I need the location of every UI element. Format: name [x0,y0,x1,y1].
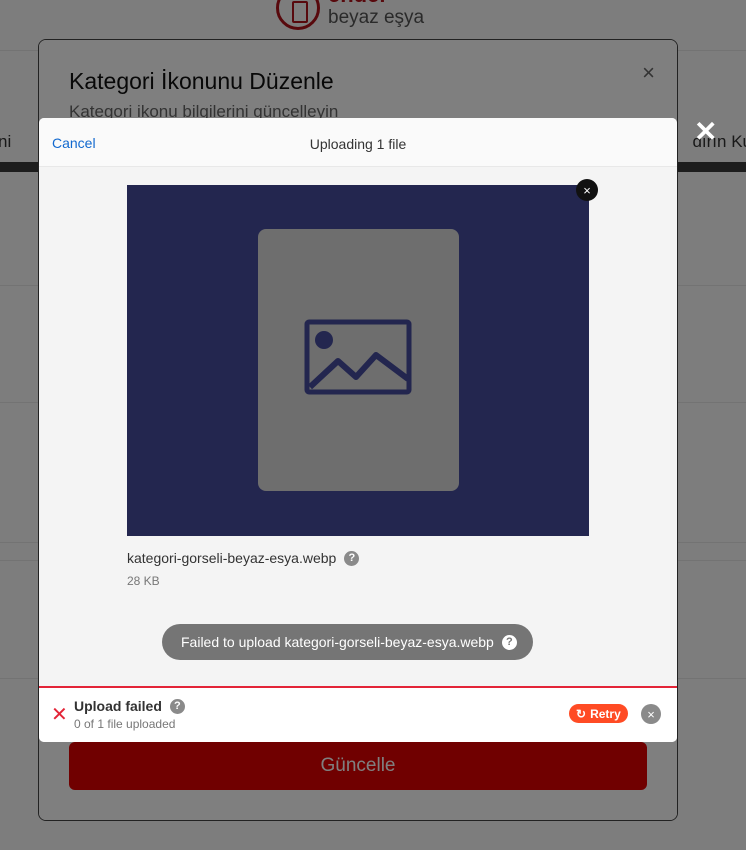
help-icon[interactable]: ? [169,698,185,714]
status-close-icon[interactable]: × [641,704,661,724]
error-toast-text: Failed to upload kategori-gorseli-beyaz-… [181,634,494,650]
help-icon[interactable]: ? [501,634,517,650]
upload-title: Uploading 1 file [309,136,407,152]
remove-file-icon[interactable]: × [576,179,598,201]
error-icon: ✕ [51,704,68,726]
status-subtitle: 0 of 1 file uploaded [74,717,176,731]
upload-status-bar: ✕ Upload failed ? 0 of 1 file uploaded ↻… [39,686,677,742]
help-icon[interactable]: ? [344,550,360,566]
upload-header: Cancel Uploading 1 file [39,118,677,167]
status-title: Upload failed [74,698,162,714]
retry-icon: ↻ [576,706,587,721]
image-icon [304,319,412,395]
retry-button[interactable]: ↻ Retry [569,704,628,723]
retry-label: Retry [590,706,621,721]
upload-dashboard: Cancel Uploading 1 file × kategori-gorse… [39,118,677,742]
file-preview [127,185,589,536]
uploader-close-icon[interactable]: ✕ [694,118,717,146]
error-toast: Failed to upload kategori-gorseli-beyaz-… [162,624,533,660]
file-size: 28 KB [127,574,160,588]
file-card [258,229,459,491]
file-name: kategori-gorseli-beyaz-esya.webp [127,550,337,566]
